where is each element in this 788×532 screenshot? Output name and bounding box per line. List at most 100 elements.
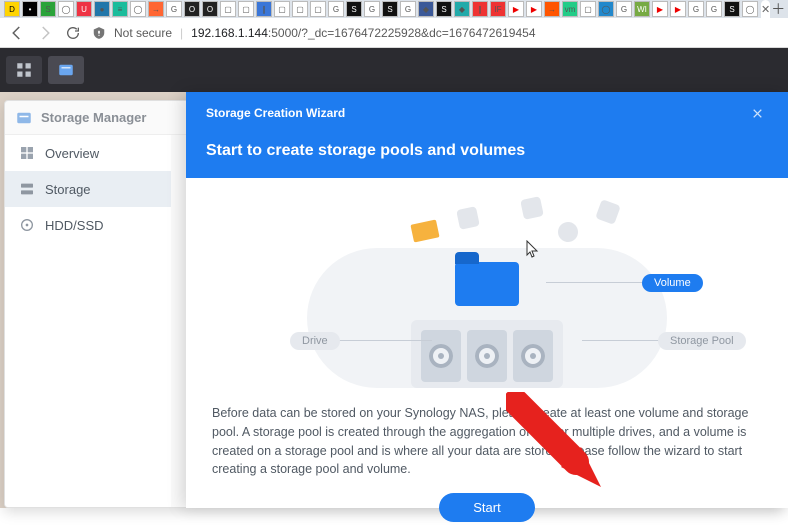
tab-favicon[interactable]: G [166,1,182,17]
tab-favicon[interactable]: ◯ [742,1,758,17]
main-menu-button[interactable] [6,56,42,84]
security-label: Not secure [114,26,172,40]
dsm-taskbar [0,48,788,92]
back-button[interactable] [8,24,26,42]
tab-favicon[interactable]: ◆ [454,1,470,17]
reload-button[interactable] [64,24,82,42]
tab-favicon[interactable]: → [148,1,164,17]
wizard-subtitle: Start to create storage pools and volume… [206,142,768,160]
tab-favicon[interactable]: • [22,1,38,17]
tab-favicon[interactable]: ▢ [292,1,308,17]
browser-tab-strip: D • S ◯ U ● ≡ ◯ → G O O ▢ ▢ ∥ ▢ ▢ ▢ G S … [0,0,788,18]
tab-favicon[interactable]: O [184,1,200,17]
connector-line [582,340,662,341]
grid-icon [15,61,33,79]
drive-slot [467,330,507,382]
tab-favicon[interactable]: ∥ [472,1,488,17]
tab-favicon[interactable]: WI [634,1,650,17]
folder-flying-icon [410,219,439,242]
tab-favicon[interactable]: G [688,1,704,17]
tab-favicon[interactable]: S [346,1,362,17]
tab-favicon[interactable]: S [382,1,398,17]
favicon-row: D • S ◯ U ● ≡ ◯ → G O O ▢ ▢ ∥ ▢ ▢ ▢ G S … [4,0,758,18]
tab-favicon[interactable]: S [724,1,740,17]
connector-line [336,340,432,341]
sidebar-label: Overview [45,146,99,161]
tab-favicon[interactable]: → [544,1,560,17]
disk-icon [429,344,453,368]
video-flying-icon [520,196,544,220]
label-volume: Volume [642,274,703,292]
tab-favicon[interactable]: ▶ [508,1,524,17]
address-bar[interactable]: Not secure | 192.168.1.144:5000/?_dc=167… [92,26,780,40]
wizard-close-button[interactable] [746,102,768,124]
mouse-cursor-icon [526,240,540,258]
sidebar-item-hdd-ssd[interactable]: HDD/SSD [5,207,171,243]
tab-favicon[interactable]: ▢ [310,1,326,17]
sidebar-item-overview[interactable]: Overview [5,135,171,171]
tab-favicon[interactable]: S [436,1,452,17]
browser-toolbar: Not secure | 192.168.1.144:5000/?_dc=167… [0,18,788,48]
wizard-header: Storage Creation Wizard Start to create … [186,92,788,178]
tab-favicon[interactable]: ▢ [274,1,290,17]
wizard-footer: Start [212,479,762,532]
close-icon [751,107,764,120]
close-tab-icon[interactable]: ✕ [761,3,770,16]
tab-favicon[interactable]: ≡ [112,1,128,17]
window-title: Storage Manager [41,110,146,125]
tab-favicon[interactable]: G [328,1,344,17]
rocket-flying-icon [595,199,621,225]
drive-slot [421,330,461,382]
volume-folder-icon [455,262,519,306]
drive-slot [513,330,553,382]
tab-favicon[interactable]: ● [94,1,110,17]
storage-icon [19,181,35,197]
tab-favicon[interactable]: ▶ [670,1,686,17]
tab-favicon[interactable]: D [4,1,20,17]
separator: | [180,26,183,40]
tab-favicon[interactable]: G [616,1,632,17]
new-tab-button[interactable]: ＋ [771,0,785,18]
music-flying-icon [556,220,580,244]
drive-bay [411,320,563,388]
tab-favicon[interactable]: G [364,1,380,17]
not-secure-icon [92,26,106,40]
tab-favicon[interactable]: ▶ [652,1,668,17]
tab-favicon[interactable]: ∥ [256,1,272,17]
arrow-left-icon [8,24,26,42]
forward-button[interactable] [36,24,54,42]
tab-favicon[interactable]: ◯ [598,1,614,17]
tab-favicon[interactable]: vm [562,1,578,17]
tab-favicon[interactable]: ▢ [580,1,596,17]
overview-icon [19,145,35,161]
tab-favicon[interactable]: ▶ [526,1,542,17]
disk-icon [475,344,499,368]
tab-favicon[interactable]: ◯ [130,1,146,17]
tab-favicon[interactable]: G [706,1,722,17]
tab-favicon[interactable]: S [40,1,56,17]
tab-favicon[interactable]: ◯ [58,1,74,17]
dsm-desktop: Storage Manager Overview Storage HDD/SSD [0,48,788,508]
connector-line [546,282,646,283]
active-tab[interactable]: ✕ [761,0,770,18]
tab-favicon[interactable]: O [202,1,218,17]
file-flying-icon [456,206,480,230]
tab-favicon[interactable]: U [76,1,92,17]
tab-favicon[interactable]: G [400,1,416,17]
tab-favicon[interactable]: ◆ [418,1,434,17]
tab-favicon[interactable]: IF [490,1,506,17]
hdd-icon [19,217,35,233]
disk-icon [521,344,545,368]
tab-favicon[interactable]: ▢ [220,1,236,17]
url-text: 192.168.1.144:5000/?_dc=1676472225928&dc… [191,26,535,40]
sidebar-item-storage[interactable]: Storage [5,171,171,207]
arrow-right-icon [36,24,54,42]
taskbar-storage-manager[interactable] [48,56,84,84]
storage-manager-sidebar: Overview Storage HDD/SSD [5,135,171,507]
wizard-illustration: Volume Drive Storage Pool [212,192,762,388]
tab-favicon[interactable]: ▢ [238,1,254,17]
storage-manager-icon [15,109,33,127]
wizard-body: Volume Drive Storage Pool Before data ca… [186,178,788,532]
storage-app-icon [57,61,75,79]
wizard-title: Storage Creation Wizard [206,106,345,120]
